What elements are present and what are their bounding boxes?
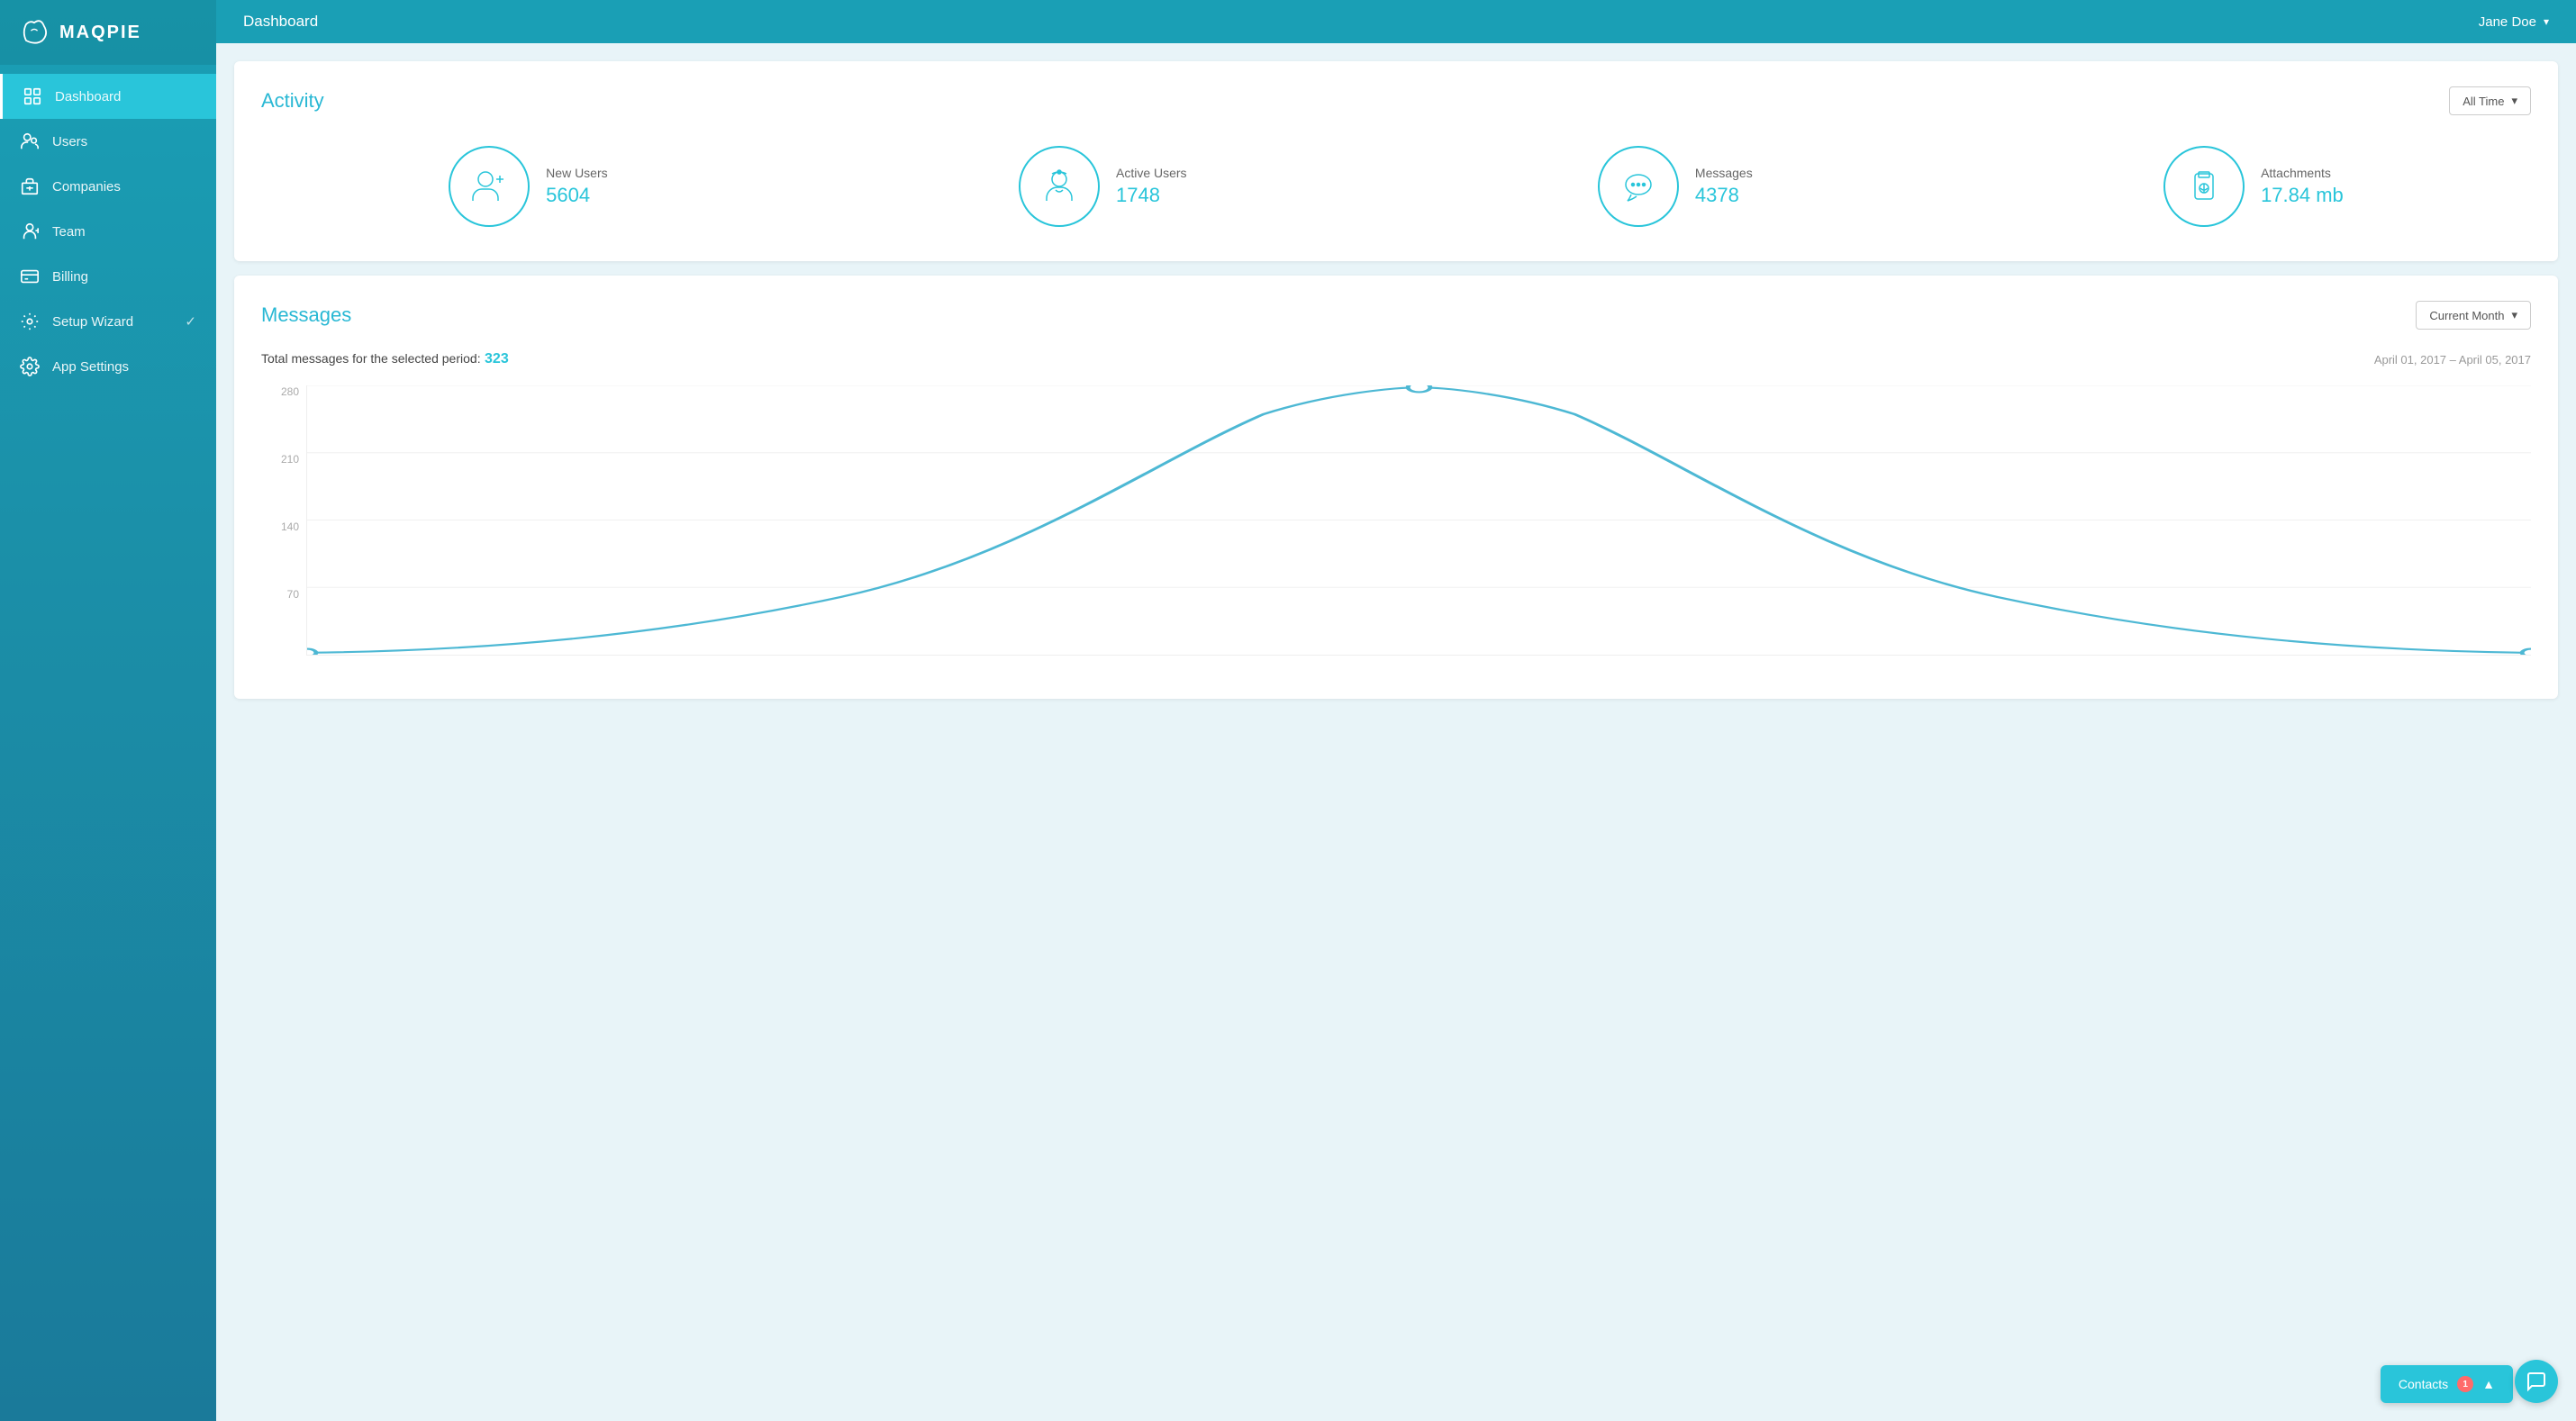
username: Jane Doe [2479, 14, 2536, 30]
chat-fab[interactable] [2515, 1360, 2558, 1403]
y-label-210: 210 [281, 453, 299, 466]
sidebar-item-setup-wizard[interactable]: Setup Wizard ✓ [0, 299, 216, 344]
sidebar-item-team-label: Team [52, 224, 86, 240]
activity-header: Activity All Time ▾ [261, 86, 2531, 115]
main-content: Dashboard Jane Doe ▾ Activity All Time ▾ [216, 0, 2576, 1421]
sidebar-item-users-label: Users [52, 134, 87, 149]
sidebar-item-app-settings[interactable]: App Settings [0, 344, 216, 389]
active-users-text: Active Users 1748 [1116, 166, 1187, 207]
top-header: Dashboard Jane Doe ▾ [216, 0, 2576, 43]
active-users-circle [1019, 146, 1100, 227]
active-users-icon [1038, 165, 1081, 208]
user-chevron-icon: ▾ [2544, 15, 2549, 28]
activity-card: Activity All Time ▾ [234, 61, 2558, 261]
messages-meta: Total messages for the selected period: … [261, 351, 2531, 367]
messages-total-area: Total messages for the selected period: … [261, 351, 509, 367]
chart-area [306, 385, 2531, 656]
users-icon [20, 131, 40, 151]
setup-wizard-icon [20, 312, 40, 331]
billing-icon [20, 267, 40, 286]
messages-chart: 280 210 140 70 [261, 385, 2531, 674]
new-users-text: New Users 5604 [546, 166, 607, 207]
attachments-value: 17.84 mb [2261, 184, 2344, 207]
messages-value: 4378 [1695, 184, 1753, 207]
logo-area: MAQPIE [0, 0, 216, 65]
chart-y-axis: 280 210 140 70 [261, 385, 306, 656]
messages-icon [1617, 165, 1660, 208]
sidebar-item-billing[interactable]: Billing [0, 254, 216, 299]
content-area: Activity All Time ▾ [216, 43, 2576, 1421]
app-settings-icon [20, 357, 40, 376]
stat-messages: Messages 4378 [1598, 146, 1753, 227]
activity-dropdown[interactable]: All Time ▾ [2449, 86, 2531, 115]
new-users-icon [467, 165, 511, 208]
activity-dropdown-label: All Time [2463, 95, 2504, 108]
dashboard-icon [23, 86, 42, 106]
attachments-circle [2163, 146, 2245, 227]
sidebar-item-team[interactable]: Team [0, 209, 216, 254]
messages-label: Messages [1695, 166, 1753, 180]
contacts-label: Contacts [2399, 1377, 2448, 1391]
attachments-text: Attachments 17.84 mb [2261, 166, 2344, 207]
user-menu[interactable]: Jane Doe ▾ [2479, 14, 2549, 30]
chat-fab-icon [2526, 1371, 2547, 1392]
y-label-140: 140 [281, 520, 299, 533]
companies-icon [20, 176, 40, 196]
attachments-icon [2182, 165, 2226, 208]
contacts-bar[interactable]: Contacts 1 ▲ [2381, 1365, 2513, 1403]
new-users-value: 5604 [546, 184, 607, 207]
activity-title: Activity [261, 89, 324, 113]
messages-dropdown[interactable]: Current Month ▾ [2416, 301, 2531, 330]
y-label-280: 280 [281, 385, 299, 398]
sidebar-item-billing-label: Billing [52, 269, 88, 285]
sidebar-item-dashboard-label: Dashboard [55, 89, 121, 104]
stat-new-users: New Users 5604 [449, 146, 607, 227]
active-users-label: Active Users [1116, 166, 1187, 180]
messages-section-title: Messages [261, 303, 351, 327]
messages-header: Messages Current Month ▾ [261, 301, 2531, 330]
stat-active-users: Active Users 1748 [1019, 146, 1187, 227]
messages-circle [1598, 146, 1679, 227]
messages-dropdown-label: Current Month [2429, 309, 2504, 322]
sidebar-item-companies[interactable]: Companies [0, 164, 216, 209]
stat-attachments: Attachments 17.84 mb [2163, 146, 2344, 227]
messages-date-range: April 01, 2017 – April 05, 2017 [2374, 353, 2531, 367]
stats-row: New Users 5604 [261, 137, 2531, 236]
sidebar-item-users[interactable]: Users [0, 119, 216, 164]
check-icon: ✓ [185, 313, 196, 330]
sidebar: MAQPIE Dashboard Users [0, 0, 216, 1421]
sidebar-item-companies-label: Companies [52, 179, 121, 195]
messages-stat-text: Messages 4378 [1695, 166, 1753, 207]
active-users-value: 1748 [1116, 184, 1187, 207]
logo-text: MAQPIE [59, 23, 141, 43]
messages-card: Messages Current Month ▾ Total messages … [234, 276, 2558, 699]
contacts-chevron-icon: ▲ [2482, 1377, 2495, 1391]
attachments-label: Attachments [2261, 166, 2344, 180]
messages-total-label: Total messages for the selected period: [261, 351, 481, 366]
y-label-70: 70 [287, 588, 299, 601]
contacts-badge: 1 [2457, 1376, 2473, 1392]
new-users-label: New Users [546, 166, 607, 180]
chart-svg [307, 385, 2531, 655]
sidebar-item-dashboard[interactable]: Dashboard [0, 74, 216, 119]
sidebar-navigation: Dashboard Users Companies [0, 65, 216, 1421]
messages-dropdown-chevron: ▾ [2511, 308, 2517, 322]
sidebar-item-setup-wizard-label: Setup Wizard [52, 314, 133, 330]
page-title: Dashboard [243, 13, 318, 31]
messages-total-value: 323 [485, 351, 509, 367]
team-icon [20, 222, 40, 241]
logo-icon [18, 16, 50, 49]
sidebar-item-app-settings-label: App Settings [52, 359, 129, 375]
activity-dropdown-chevron: ▾ [2511, 94, 2517, 108]
new-users-circle [449, 146, 530, 227]
